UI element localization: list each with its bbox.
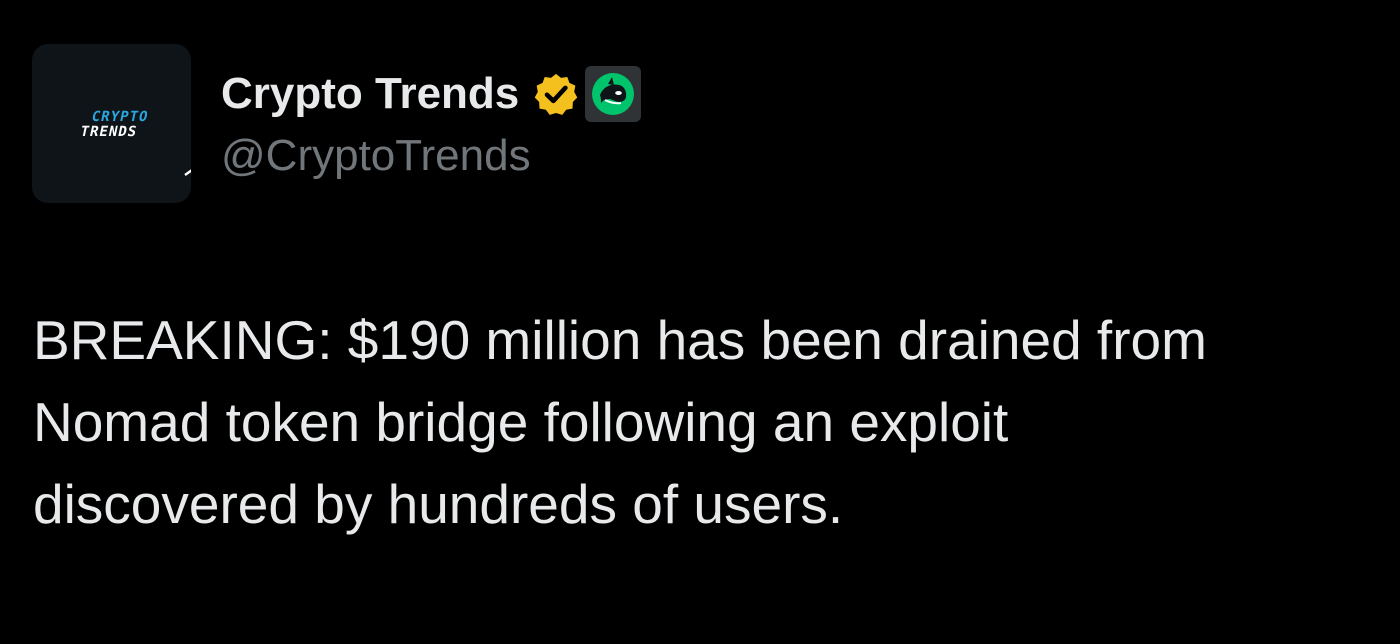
- avatar[interactable]: CRYPTO TRENDS: [32, 44, 191, 203]
- tweet-card: CRYPTO TRENDS Crypto Trends @CryptoTrend…: [0, 0, 1400, 644]
- verified-badge-icon[interactable]: [533, 71, 579, 117]
- avatar-logo-line2: TRENDS: [78, 124, 139, 140]
- avatar-logo-line1: CRYPTO: [90, 109, 150, 125]
- tweet-text: BREAKING: $190 million has been drained …: [33, 299, 1363, 545]
- avatar-logo: CRYPTO TRENDS: [78, 109, 150, 140]
- affiliate-badge[interactable]: [585, 66, 642, 122]
- author-name-row: Crypto Trends: [221, 64, 642, 124]
- tweet-text-line: discovered by hundreds of users.: [33, 473, 844, 535]
- tweet-text-line: BREAKING: $190 million has been drained …: [33, 309, 1207, 371]
- author-display-name[interactable]: Crypto Trends: [221, 66, 519, 122]
- trend-arrow-icon: [184, 169, 191, 176]
- author-handle[interactable]: @CryptoTrends: [221, 128, 531, 184]
- tweet-text-line: Nomad token bridge following an exploit: [33, 391, 1009, 453]
- orca-affiliate-icon: [592, 73, 635, 115]
